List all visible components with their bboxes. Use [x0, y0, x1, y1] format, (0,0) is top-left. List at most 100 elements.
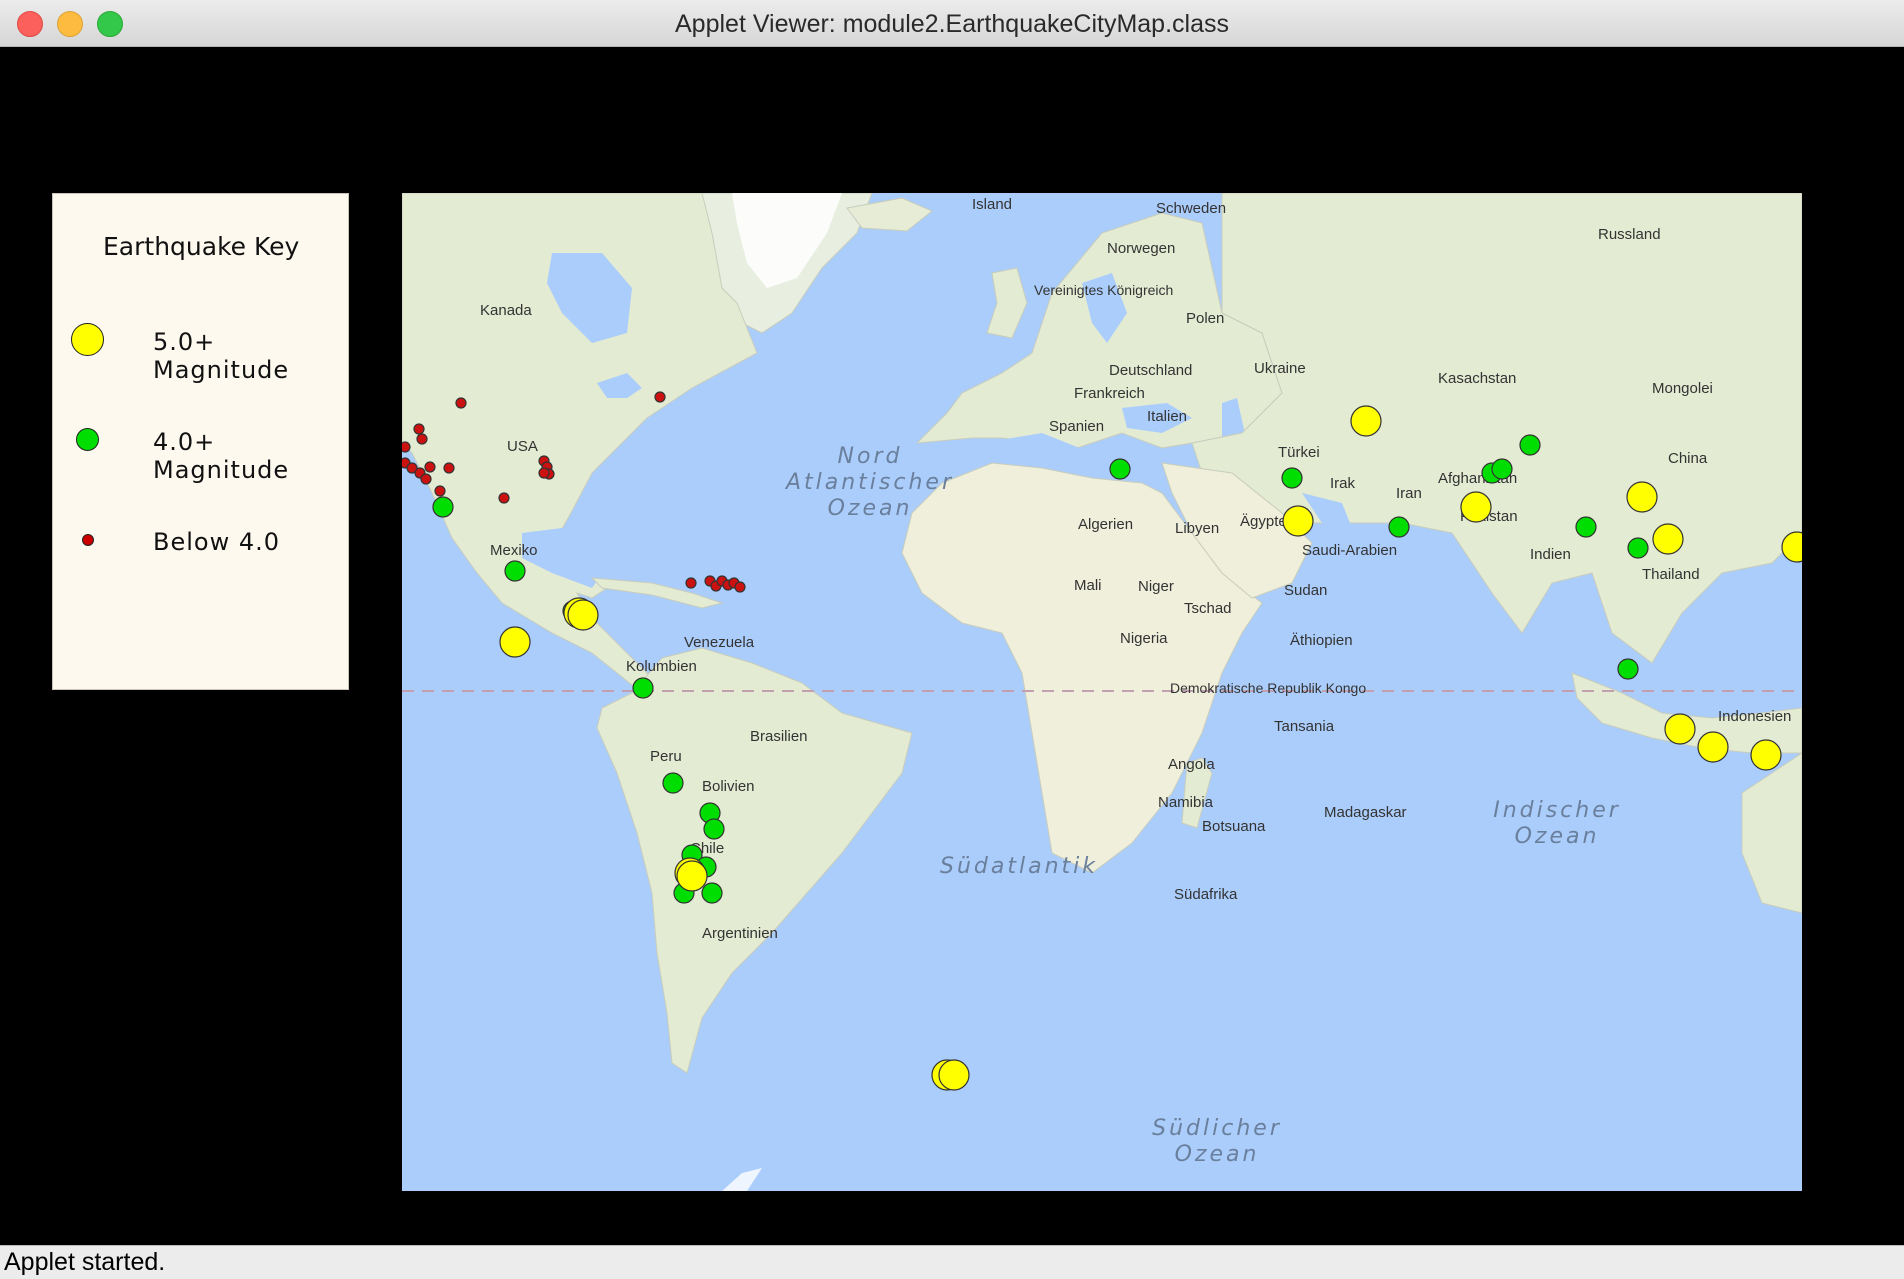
label-namibia: Namibia [1158, 794, 1214, 811]
quake-marker-medium[interactable] [632, 677, 654, 699]
quake-marker-small[interactable] [538, 467, 550, 479]
label-kongo: Demokratische Republik Kongo [1170, 680, 1366, 696]
quake-marker-large[interactable] [1626, 481, 1658, 513]
label-argentinien: Argentinien [702, 925, 778, 942]
label-bolivien: Bolivien [702, 778, 755, 795]
label-niger: Niger [1138, 578, 1174, 595]
label-botsuana: Botsuana [1202, 818, 1266, 835]
small-quake-icon [82, 534, 94, 546]
key-title: Earthquake Key [103, 232, 300, 261]
label-iran: Iran [1396, 485, 1422, 502]
quake-marker-large[interactable] [676, 860, 708, 892]
key-label-medium: 4.0+ Magnitude [153, 428, 290, 484]
large-quake-icon [71, 323, 104, 356]
quake-marker-large[interactable] [938, 1059, 970, 1091]
applet-canvas: Earthquake Key 5.0+ Magnitude 4.0+ Magni… [0, 47, 1904, 1245]
quake-marker-small[interactable] [402, 441, 411, 453]
applet-window: Applet Viewer: module2.EarthquakeCityMap… [0, 0, 1904, 1279]
label-tuerkei: Türkei [1278, 444, 1320, 461]
label-tansania: Tansania [1274, 718, 1335, 735]
label-vereinigtes-koenigreich: Vereinigtes Königreich [1034, 282, 1173, 298]
quake-marker-medium[interactable] [1575, 516, 1597, 538]
label-kanada: Kanada [480, 302, 532, 319]
key-item-small: Below 4.0 [53, 524, 350, 564]
label-norwegen: Norwegen [1107, 240, 1175, 257]
label-libyen: Libyen [1175, 520, 1219, 537]
key-item-medium: 4.0+ Magnitude [53, 424, 350, 484]
key-label-small: Below 4.0 [153, 528, 281, 556]
label-frankreich: Frankreich [1074, 385, 1145, 402]
label-suedatlantik: Südatlantik [940, 854, 1098, 879]
quake-marker-medium[interactable] [432, 496, 454, 518]
quake-marker-medium[interactable] [1491, 458, 1513, 480]
quake-marker-small[interactable] [443, 462, 455, 474]
label-mexiko: Mexiko [490, 542, 538, 559]
status-text: Applet started. [4, 1248, 166, 1276]
label-saudi-arabien: Saudi-Arabien [1302, 542, 1397, 559]
label-mongolei: Mongolei [1652, 380, 1713, 397]
window-title: Applet Viewer: module2.EarthquakeCityMap… [675, 10, 1229, 38]
label-schweden: Schweden [1156, 200, 1226, 217]
quake-marker-large[interactable] [567, 599, 599, 631]
label-indien: Indien [1530, 546, 1571, 563]
label-nigeria: Nigeria [1120, 630, 1168, 647]
quake-marker-small[interactable] [416, 433, 428, 445]
label-ukraine: Ukraine [1254, 360, 1306, 377]
label-irak: Irak [1330, 475, 1356, 492]
quake-marker-large[interactable] [1652, 523, 1684, 555]
quake-marker-medium[interactable] [662, 772, 684, 794]
earthquake-key: Earthquake Key 5.0+ Magnitude 4.0+ Magni… [52, 193, 349, 690]
quake-marker-small[interactable] [420, 473, 432, 485]
label-deutschland: Deutschland [1109, 362, 1192, 379]
label-peru: Peru [650, 748, 682, 765]
label-aethiopien: Äthiopien [1290, 632, 1353, 649]
label-italien: Italien [1147, 408, 1187, 425]
quake-marker-medium[interactable] [504, 560, 526, 582]
world-map[interactable]: Island Schweden Norwegen Russland Verein… [402, 193, 1802, 1191]
quake-marker-large[interactable] [1460, 491, 1492, 523]
label-suedafrika: Südafrika [1174, 886, 1238, 903]
quake-marker-small[interactable] [434, 485, 446, 497]
quake-marker-large[interactable] [1350, 405, 1382, 437]
quake-marker-large[interactable] [1664, 713, 1696, 745]
quake-marker-medium[interactable] [1109, 458, 1131, 480]
quake-marker-small[interactable] [498, 492, 510, 504]
quake-marker-small[interactable] [413, 423, 425, 435]
quake-marker-large[interactable] [1750, 739, 1782, 771]
quake-marker-medium[interactable] [1617, 658, 1639, 680]
label-spanien: Spanien [1049, 418, 1104, 435]
label-venezuela: Venezuela [684, 634, 755, 651]
quake-marker-large[interactable] [1697, 731, 1729, 763]
label-kolumbien: Kolumbien [626, 658, 697, 675]
quake-marker-small[interactable] [654, 391, 666, 403]
label-polen: Polen [1186, 310, 1224, 327]
label-sudan: Sudan [1284, 582, 1327, 599]
label-kasachstan: Kasachstan [1438, 370, 1516, 387]
label-indonesien: Indonesien [1718, 708, 1791, 725]
quake-marker-small[interactable] [455, 397, 467, 409]
label-thailand: Thailand [1642, 566, 1700, 583]
quake-marker-medium[interactable] [1281, 467, 1303, 489]
quake-marker-medium[interactable] [1519, 434, 1541, 456]
map-svg: Island Schweden Norwegen Russland Verein… [402, 193, 1802, 1191]
label-mali: Mali [1074, 577, 1102, 594]
quake-marker-large[interactable] [1282, 505, 1314, 537]
title-bar[interactable]: Applet Viewer: module2.EarthquakeCityMap… [0, 0, 1904, 47]
quake-marker-small[interactable] [734, 581, 746, 593]
label-madagaskar: Madagaskar [1324, 804, 1407, 821]
quake-marker-small[interactable] [424, 461, 436, 473]
quake-marker-small[interactable] [685, 577, 697, 589]
quake-marker-large[interactable] [499, 626, 531, 658]
quake-marker-medium[interactable] [701, 882, 723, 904]
label-russland: Russland [1598, 226, 1661, 243]
label-island: Island [972, 196, 1012, 213]
label-angola: Angola [1168, 756, 1215, 773]
key-label-large: 5.0+ Magnitude [153, 328, 290, 384]
label-tschad: Tschad [1184, 600, 1232, 617]
quake-marker-medium[interactable] [1388, 516, 1410, 538]
label-algerien: Algerien [1078, 516, 1133, 533]
status-bar: Applet started. [0, 1245, 1904, 1279]
label-usa: USA [507, 438, 538, 455]
quake-marker-medium[interactable] [703, 818, 725, 840]
quake-marker-medium[interactable] [1627, 537, 1649, 559]
